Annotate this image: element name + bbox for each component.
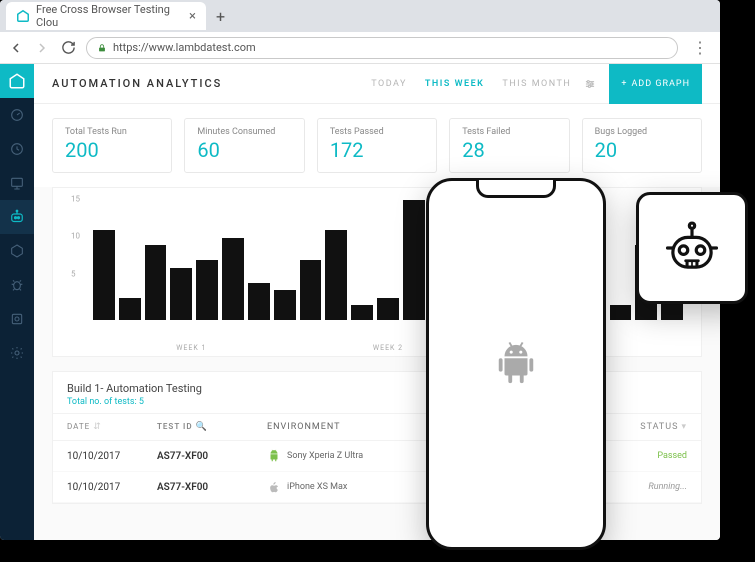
reload-icon[interactable] [60,40,76,56]
browser-tab[interactable]: Free Cross Browser Testing Clou × [6,2,206,30]
y-tick: 15 [71,194,80,203]
browser-menu-icon[interactable]: ⋮ [688,38,712,57]
sidebar-item-visual[interactable] [0,234,34,268]
chart-bar [610,305,632,320]
robot-card [636,192,748,304]
chart-bar [119,298,141,321]
plus-icon: + [621,79,627,89]
lock-icon [97,43,107,53]
logo-icon[interactable] [0,64,34,98]
sort-icon[interactable]: ⇵ [93,422,102,432]
chart-bar [145,245,167,320]
col-date: DATE⇵ [67,422,157,432]
chart-bar [403,200,425,320]
url-text: https://www.lambdatest.com [113,41,256,54]
chart-bar [325,230,347,320]
chart-bar [170,268,192,321]
robot-icon [658,214,726,282]
apple-icon [267,480,281,494]
chart-bar [248,283,270,321]
page-title: AUTOMATION ANALYTICS [52,77,222,90]
stat-value: 60 [197,138,291,162]
filter-icon[interactable]: ▾ [681,422,687,432]
add-graph-button[interactable]: + ADD GRAPH [609,64,702,104]
stat-card: Total Tests Run200 [52,118,172,173]
cell-status: Running... [617,482,687,492]
address-bar: https://www.lambdatest.com ⋮ [0,32,720,64]
cell-test-id: AS77-XF00 [157,482,267,493]
chart-bar [300,260,322,320]
col-status: STATUS▾ [617,422,687,432]
stat-value: 172 [330,138,424,162]
new-tab-button[interactable]: + [210,7,231,26]
sidebar-item-settings[interactable] [0,336,34,370]
stat-label: Minutes Consumed [197,127,291,137]
stat-card: Tests Failed28 [449,118,569,173]
stats-row: Total Tests Run200 Minutes Consumed60 Te… [34,104,720,187]
cell-test-id: AS77-XF00 [157,451,267,462]
stat-label: Tests Passed [330,127,424,137]
app-shell: AUTOMATION ANALYTICS TODAY THIS WEEK THI… [0,64,720,540]
phone-notch [476,180,556,198]
tab-bar: Free Cross Browser Testing Clou × + [0,0,720,32]
stat-value: 20 [595,138,689,162]
favicon-icon [16,9,30,23]
close-tab-icon[interactable]: × [189,9,196,24]
stat-value: 28 [462,138,556,162]
stat-card: Bugs Logged20 [582,118,702,173]
chart-bar [377,298,399,321]
sidebar [0,64,34,540]
chart-bar [351,305,373,320]
browser-window: Free Cross Browser Testing Clou × + http… [0,0,720,540]
back-icon[interactable] [8,40,24,56]
sidebar-item-integrations[interactable] [0,302,34,336]
stat-value: 200 [65,138,159,162]
cell-date: 10/10/2017 [67,451,157,462]
stat-label: Total Tests Run [65,127,159,137]
main-panel: AUTOMATION ANALYTICS TODAY THIS WEEK THI… [34,64,720,540]
x-label: WEEK 1 [93,344,290,352]
chart-bar [222,238,244,321]
forward-icon[interactable] [34,40,50,56]
tab-title: Free Cross Browser Testing Clou [36,3,183,29]
stat-card: Tests Passed172 [317,118,437,173]
range-this-month[interactable]: THIS MONTH [502,79,571,89]
sidebar-item-automation[interactable] [0,200,34,234]
url-input[interactable]: https://www.lambdatest.com [86,37,678,59]
stat-label: Tests Failed [462,127,556,137]
chart-bar [196,260,218,320]
chart-bar [93,230,115,320]
android-icon [267,449,281,463]
cell-status: Passed [617,451,687,461]
y-tick: 5 [71,269,76,278]
phone-mockup [426,178,606,550]
sidebar-item-history[interactable] [0,132,34,166]
stat-label: Bugs Logged [595,127,689,137]
stat-card: Minutes Consumed60 [184,118,304,173]
y-tick: 10 [71,232,80,241]
col-test-id: TEST ID🔍 [157,422,267,432]
range-this-week[interactable]: THIS WEEK [425,79,484,89]
chart-bar [274,290,296,320]
sidebar-item-issues[interactable] [0,268,34,302]
range-tabs: TODAY THIS WEEK THIS MONTH [371,79,571,89]
sidebar-item-dashboard[interactable] [0,98,34,132]
filter-icon[interactable] [583,77,597,91]
sidebar-item-realtime[interactable] [0,166,34,200]
cell-date: 10/10/2017 [67,482,157,493]
add-graph-label: ADD GRAPH [631,79,690,89]
range-today[interactable]: TODAY [371,79,407,89]
search-icon[interactable]: 🔍 [196,422,208,432]
android-logo-icon [493,341,539,387]
top-bar: AUTOMATION ANALYTICS TODAY THIS WEEK THI… [34,64,720,104]
